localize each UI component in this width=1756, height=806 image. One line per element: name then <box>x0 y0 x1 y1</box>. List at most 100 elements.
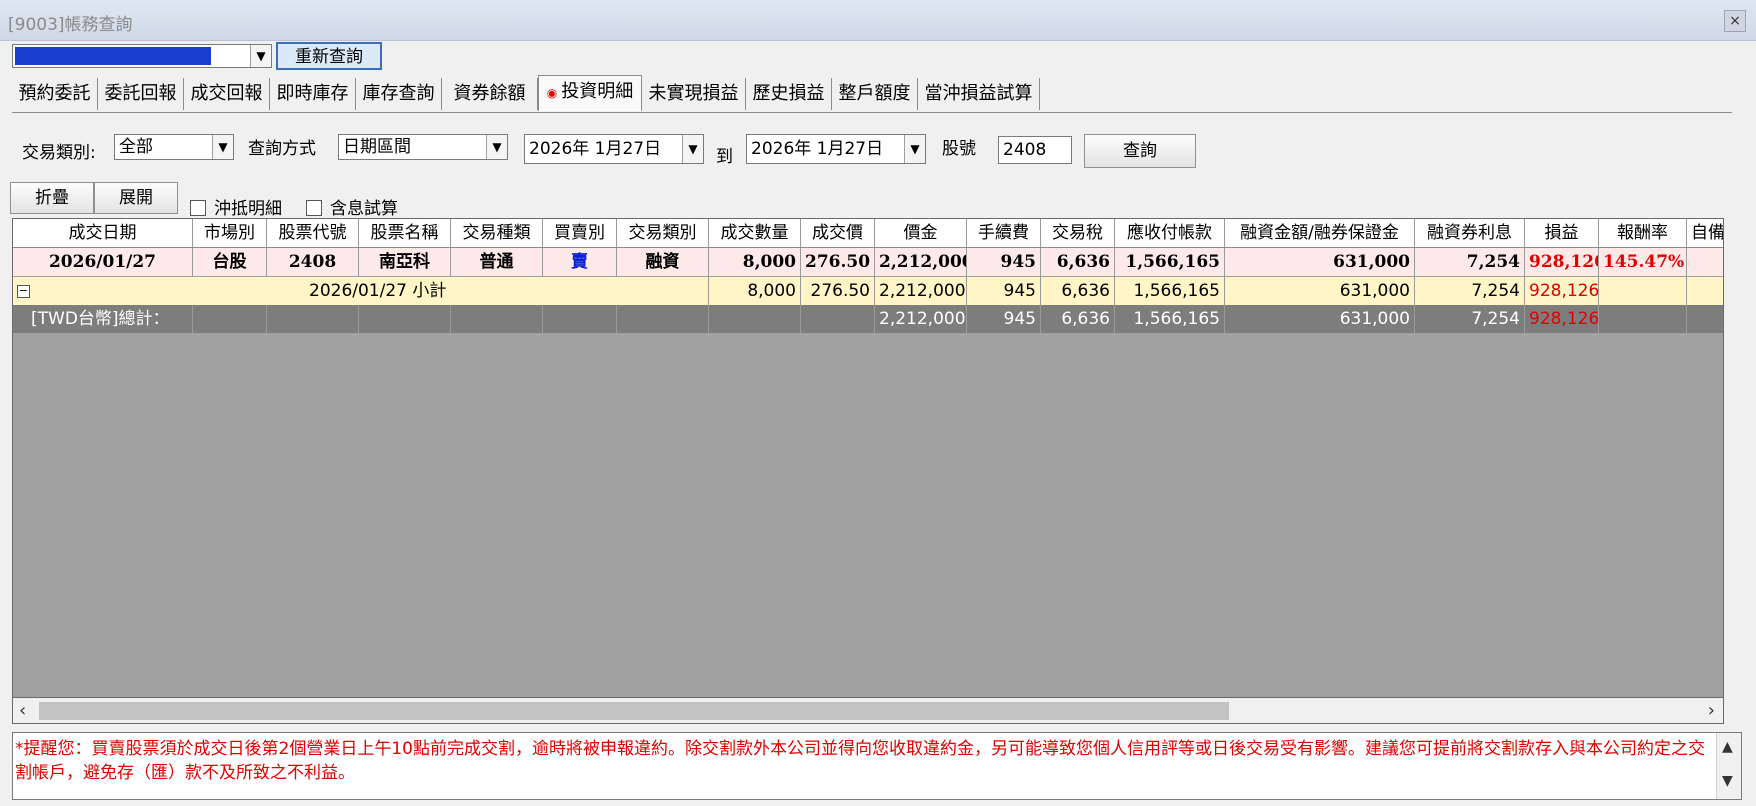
cell-tax: 6,636 <box>1041 248 1115 276</box>
grid-toolbar: 折疊 展開 沖抵明細 含息試算 <box>0 180 1756 219</box>
cell-name: 南亞科 <box>359 248 451 276</box>
cell-self-funded <box>1687 305 1723 333</box>
cell-pnl: 928,126 <box>1525 305 1599 333</box>
col-header[interactable]: 股票代號 <box>267 219 359 247</box>
cell-amount: 2,212,000 <box>875 277 967 305</box>
tab-order-report[interactable]: 委託回報 <box>98 78 184 110</box>
cell-side: 賣 <box>543 248 617 276</box>
close-icon[interactable]: × <box>1724 10 1746 32</box>
to-label: 到 <box>716 147 733 167</box>
tab-margin-balance[interactable]: 資券餘額 <box>442 78 538 110</box>
col-header[interactable]: 成交價 <box>801 219 875 247</box>
cell-fee: 945 <box>967 277 1041 305</box>
col-header[interactable]: 交易稅 <box>1041 219 1115 247</box>
cell-tax: 6,636 <box>1041 305 1115 333</box>
cell-empty <box>709 305 801 333</box>
stock-code-label: 股號 <box>942 139 976 159</box>
tab-fill-report[interactable]: 成交回報 <box>184 78 270 110</box>
chevron-right-icon[interactable]: › <box>1708 700 1715 721</box>
chevron-down-icon[interactable]: ▼ <box>904 135 925 163</box>
cell-empty <box>451 305 543 333</box>
chevron-down-icon[interactable]: ▼ <box>212 135 233 159</box>
col-header[interactable]: 市場別 <box>193 219 267 247</box>
cell-margin: 631,000 <box>1225 277 1415 305</box>
col-header[interactable]: 自備 <box>1687 219 1723 247</box>
offset-detail-checkbox[interactable]: 沖抵明細 <box>190 194 282 219</box>
checkbox-box <box>190 200 206 216</box>
tab-investment-detail[interactable]: ◉ 投資明細 <box>538 75 642 111</box>
cell-self-funded <box>1687 248 1723 276</box>
query-mode-label: 查詢方式 <box>248 139 316 159</box>
scrollbar-thumb[interactable] <box>39 702 1229 720</box>
col-header[interactable]: 應收付帳款 <box>1115 219 1225 247</box>
tab-unrealized-pnl[interactable]: 未實現損益 <box>642 78 746 110</box>
query-mode-select[interactable]: 日期區間 ▼ <box>338 134 508 160</box>
requery-button[interactable]: 重新查詢 <box>276 42 382 70</box>
cell-category: 融資 <box>617 248 709 276</box>
cell-margin: 631,000 <box>1225 248 1415 276</box>
chevron-down-icon[interactable]: ▼ <box>682 135 703 163</box>
subtotal-row[interactable]: − 2026/01/27 小計 8,000 276.50 2,212,000 9… <box>13 277 1723 305</box>
total-label: [TWD台幣]總計： <box>13 305 193 333</box>
tab-investment-detail-label: 投資明細 <box>561 81 634 102</box>
tab-reserve-order[interactable]: 預約委託 <box>12 78 98 110</box>
filter-bar: 交易類別: 全部 ▼ 查詢方式 日期區間 ▼ 2026年 1月27日 ▼ 到 2… <box>0 130 1756 174</box>
notice-text: *提醒您：買賣股票須於成交日後第2個營業日上午10點前完成交割，逾時將被申報違約… <box>15 739 1705 783</box>
col-header[interactable]: 交易種類 <box>451 219 543 247</box>
trade-type-label: 交易類別: <box>22 143 96 163</box>
col-header[interactable]: 手續費 <box>967 219 1041 247</box>
include-trial-checkbox[interactable]: 含息試算 <box>306 194 398 219</box>
offset-detail-label: 沖抵明細 <box>214 199 282 219</box>
col-header[interactable]: 融資券利息 <box>1415 219 1525 247</box>
cell-receivable: 1,566,165 <box>1115 305 1225 333</box>
date-to-picker[interactable]: 2026年 1月27日 ▼ <box>746 134 926 164</box>
cell-roi <box>1599 277 1687 305</box>
stock-code-input[interactable]: 2408 <box>998 136 1072 164</box>
col-header[interactable]: 價金 <box>875 219 967 247</box>
col-header[interactable]: 買賣別 <box>543 219 617 247</box>
cell-empty <box>543 305 617 333</box>
chevron-down-icon[interactable]: ▼ <box>1722 773 1733 789</box>
col-header[interactable]: 股票名稱 <box>359 219 451 247</box>
cell-tax: 6,636 <box>1041 277 1115 305</box>
query-mode-value: 日期區間 <box>343 137 411 157</box>
chevron-up-icon[interactable]: ▲ <box>1722 739 1733 755</box>
collapse-button[interactable]: 折疊 <box>10 182 94 214</box>
cell-empty <box>801 305 875 333</box>
tab-inventory-query[interactable]: 庫存查詢 <box>356 78 442 110</box>
date-to-value: 2026年 1月27日 <box>751 139 884 159</box>
col-header[interactable]: 報酬率 <box>1599 219 1687 247</box>
date-from-picker[interactable]: 2026年 1月27日 ▼ <box>524 134 704 164</box>
cell-qty: 8,000 <box>709 248 801 276</box>
tab-history-pnl[interactable]: 歷史損益 <box>746 78 832 110</box>
trade-type-value: 全部 <box>119 137 153 157</box>
cell-empty <box>359 305 451 333</box>
col-header[interactable]: 成交數量 <box>709 219 801 247</box>
col-header[interactable]: 融資金額/融券保證金 <box>1225 219 1415 247</box>
collapse-icon[interactable]: − <box>17 285 30 298</box>
tab-daytrade-trial[interactable]: 當沖損益試算 <box>918 78 1040 110</box>
col-header[interactable]: 交易類別 <box>617 219 709 247</box>
col-header[interactable]: 成交日期 <box>13 219 193 247</box>
cell-price: 276.50 <box>801 248 875 276</box>
grid-header-row: 成交日期 市場別 股票代號 股票名稱 交易種類 買賣別 交易類別 成交數量 成交… <box>13 219 1723 248</box>
trade-type-select[interactable]: 全部 ▼ <box>114 134 234 160</box>
expand-button[interactable]: 展開 <box>94 182 178 214</box>
chevron-down-icon[interactable]: ▼ <box>250 45 271 67</box>
tab-realtime-inventory[interactable]: 即時庫存 <box>270 78 356 110</box>
query-button[interactable]: 查詢 <box>1084 134 1196 168</box>
tab-account-limit[interactable]: 整戶額度 <box>832 78 918 110</box>
table-row[interactable]: 2026/01/27 台股 2408 南亞科 普通 賣 融資 8,000 276… <box>13 248 1723 276</box>
vertical-scrollbar[interactable]: ▲ ▼ <box>1716 733 1741 799</box>
subtotal-label: 2026/01/27 小計 <box>309 281 447 301</box>
cell-amount: 2,212,000 <box>875 248 967 276</box>
account-select[interactable]: ▼ <box>12 44 272 68</box>
col-header[interactable]: 損益 <box>1525 219 1599 247</box>
cell-pnl: 928,126 <box>1525 248 1599 276</box>
settlement-notice: *提醒您：買賣股票須於成交日後第2個營業日上午10點前完成交割，逾時將被申報違約… <box>12 732 1742 800</box>
chevron-down-icon[interactable]: ▼ <box>486 135 507 159</box>
chevron-left-icon[interactable]: ‹ <box>19 700 26 721</box>
total-row[interactable]: [TWD台幣]總計： 2,212,000 945 6,636 1,566,165… <box>13 305 1723 333</box>
horizontal-scrollbar[interactable]: ‹ › <box>12 698 1724 724</box>
cell-empty <box>267 305 359 333</box>
